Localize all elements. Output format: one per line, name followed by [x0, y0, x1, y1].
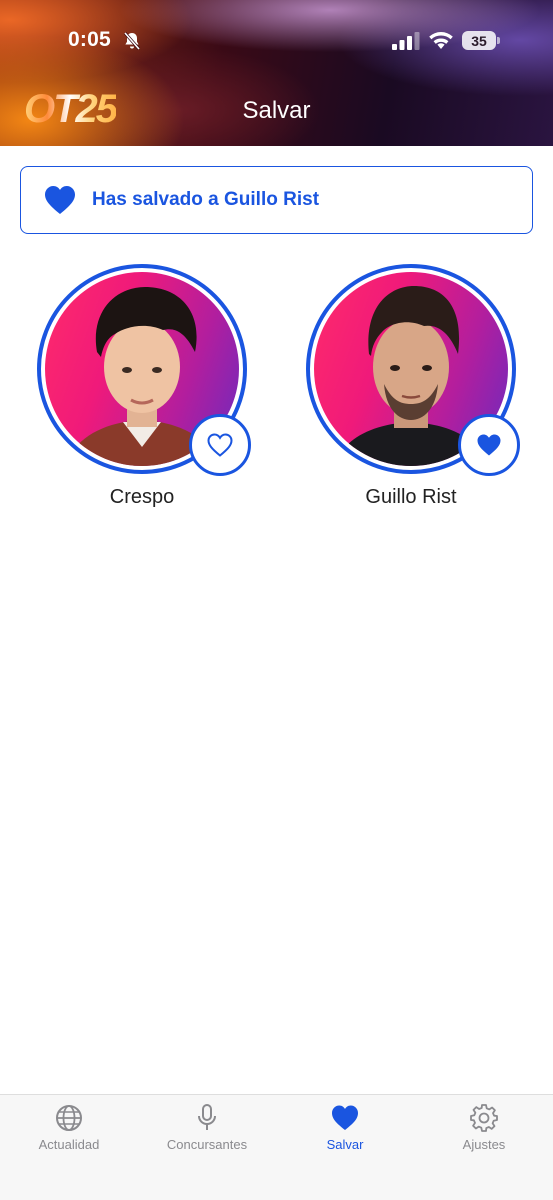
tab-ajustes[interactable]: Ajustes [415, 1103, 553, 1152]
tab-label: Actualidad [38, 1137, 100, 1152]
avatar-ring [37, 264, 251, 476]
heart-icon [45, 186, 75, 214]
status-time: 0:05 [68, 28, 111, 51]
bell-off-icon [123, 32, 141, 50]
contestant-name: Crespo [109, 486, 175, 508]
wifi-icon [429, 32, 453, 49]
tab-label: Concursantes [166, 1137, 248, 1152]
heart-outline-icon [207, 433, 233, 457]
cellular-signal-icon [392, 32, 420, 50]
tab-salvar[interactable]: Salvar [276, 1103, 414, 1152]
tab-label: Ajustes [462, 1137, 506, 1152]
globe-icon [56, 1105, 82, 1131]
banner-text: Has salvado a Guillo Rist [92, 189, 320, 210]
battery-indicator: 35 [462, 31, 496, 50]
contestant-name: Guillo Rist [365, 486, 457, 508]
avatar-ring [306, 264, 520, 476]
gear-icon [470, 1104, 498, 1132]
tab-actualidad[interactable]: Actualidad [0, 1103, 138, 1152]
page-title: Salvar [242, 97, 311, 124]
save-heart-button[interactable] [458, 414, 520, 476]
header: 0:05 35 OT25 Salvar [0, 0, 553, 146]
save-heart-button[interactable] [189, 414, 251, 476]
tab-bar: Actualidad Concursantes Salvar Ajustes [0, 1094, 553, 1200]
microphone-icon [198, 1104, 216, 1130]
heart-filled-icon [477, 434, 501, 456]
tab-label: Salvar [326, 1137, 364, 1152]
tab-concursantes[interactable]: Concursantes [138, 1103, 276, 1152]
contestant-card-crespo[interactable]: Crespo [37, 264, 251, 509]
saved-banner: Has salvado a Guillo Rist [20, 166, 533, 234]
heart-icon [332, 1105, 358, 1130]
battery-cap [497, 37, 500, 44]
contestant-card-guillo-rist[interactable]: Guillo Rist [306, 264, 520, 509]
